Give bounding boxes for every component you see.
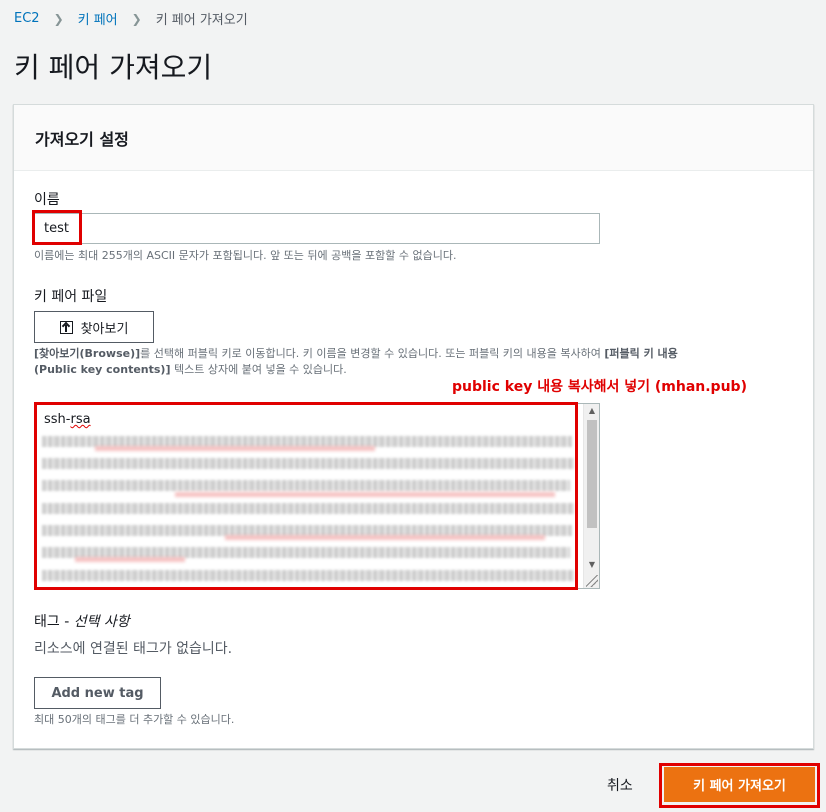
annotation-text: public key 내용 복사해서 넣기 (mhan.pub) [452,379,747,395]
breadcrumb: EC2 ❯ 키 페어 ❯ 키 페어 가져오기 [14,9,248,28]
chevron-right-icon: ❯ [131,11,142,26]
tags-hint: 최대 50개의 태그를 더 추가할 수 있습니다. [34,713,235,726]
browse-hint-bold-3: (Public key contents)] [34,363,171,376]
cancel-button[interactable]: 취소 [607,775,633,795]
name-label: 이름 [34,192,60,208]
chevron-right-icon: ❯ [53,11,64,26]
textarea-scrollbar[interactable]: ▲ ▼ [583,404,599,588]
name-input[interactable]: test [34,213,600,244]
tags-label-text: 태그 - [34,614,70,630]
key-content-highlight-box [34,402,578,590]
browse-hint: [찾아보기(Browse)]를 선택해 퍼블릭 키로 이동합니다. 키 이름을 … [34,346,794,378]
scroll-up-arrow-icon[interactable]: ▲ [584,404,599,418]
upload-icon [59,320,73,334]
name-hint: 이름에는 최대 255개의 ASCII 문자가 포함됩니다. 앞 또는 뒤에 공… [34,249,457,262]
scroll-down-arrow-icon[interactable]: ▼ [584,558,599,572]
browse-hint-bold-2: [퍼블릭 키 내용 [604,347,678,360]
browse-button-label: 찾아보기 [80,321,129,337]
add-new-tag-button[interactable]: Add new tag [34,677,161,709]
scroll-thumb[interactable] [587,420,597,528]
panel-title: 가져오기 설정 [35,129,129,149]
tags-label: 태그 - 선택 사항 [34,611,130,631]
name-highlight-box [32,210,82,245]
browse-hint-text-1: 를 선택해 퍼블릭 키로 이동합니다. 키 이름을 변경할 수 있습니다. 또는… [140,347,605,360]
browse-hint-bold-1: [찾아보기(Browse)] [34,347,141,360]
page-title: 키 페어 가져오기 [14,51,213,84]
browse-hint-text-2: 텍스트 상자에 붙여 넣을 수 있습니다. [170,363,347,376]
no-tags-text: 리소스에 연결된 태그가 없습니다. [34,641,233,657]
import-key-pair-button[interactable]: 키 페어 가져오기 [664,767,815,802]
import-settings-panel: 가져오기 설정 이름 test 이름에는 최대 255개의 ASCII 문자가 … [13,104,814,749]
tags-optional-text: 선택 사항 [73,614,130,630]
breadcrumb-ec2-link[interactable]: EC2 [14,11,40,26]
resize-grip-icon[interactable] [586,575,598,587]
panel-header: 가져오기 설정 [14,105,813,171]
breadcrumb-keypair-link[interactable]: 키 페어 [78,9,118,28]
breadcrumb-current: 키 페어 가져오기 [155,13,248,28]
keyfile-label: 키 페어 파일 [34,289,108,305]
browse-button[interactable]: 찾아보기 [34,311,154,343]
